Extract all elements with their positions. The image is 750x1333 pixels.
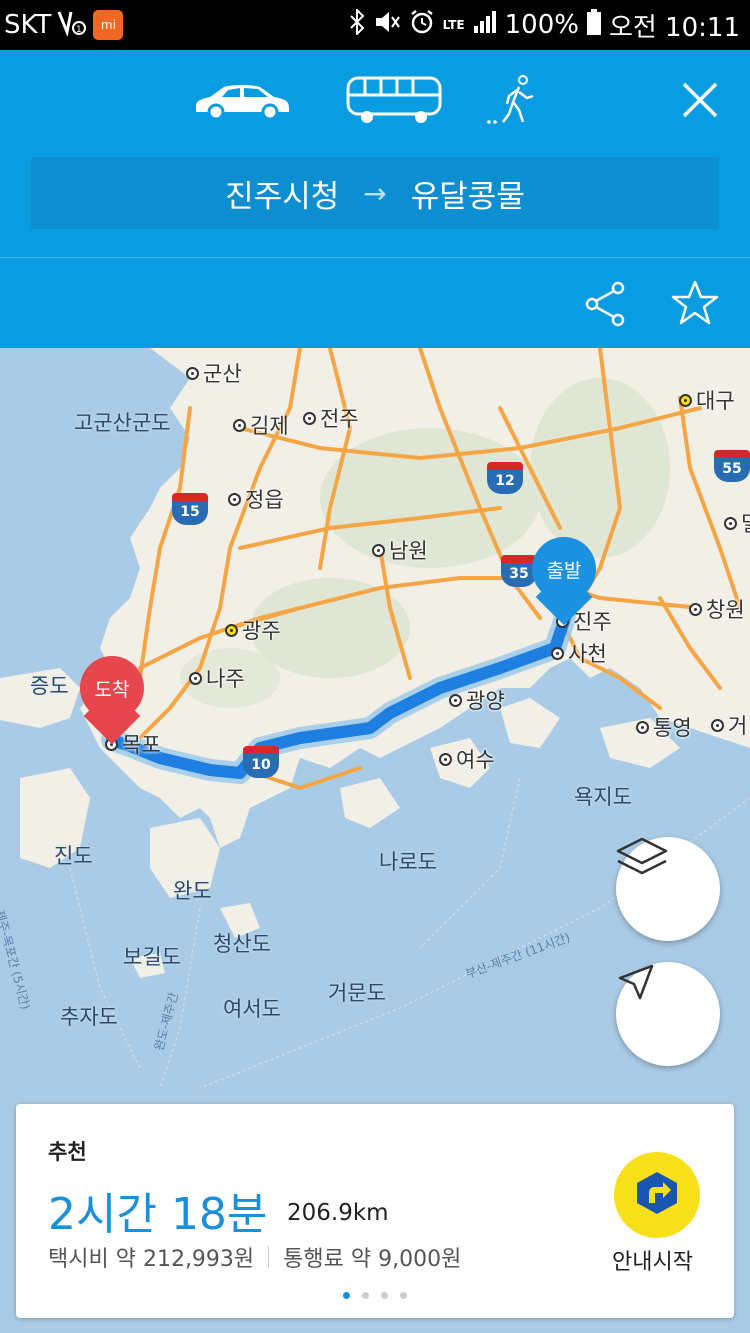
- island-label: 완도: [173, 879, 212, 903]
- clock: 오전 10:11: [608, 12, 740, 43]
- page-dot: [381, 1292, 388, 1299]
- start-navigation-button[interactable]: [614, 1152, 700, 1238]
- city-label: 밀: [724, 508, 750, 538]
- travel-distance: 206.9km: [287, 1200, 389, 1226]
- lte-icon: LTE: [443, 19, 465, 31]
- destination-label: 유달콩물: [410, 178, 525, 215]
- city-label: 창원: [689, 594, 745, 624]
- my-location-button[interactable]: [616, 962, 720, 1066]
- page-dot: [362, 1292, 369, 1299]
- highway-shield-12: 12: [487, 462, 523, 494]
- start-pin[interactable]: 출발: [532, 537, 596, 629]
- mode-walk-button[interactable]: [484, 72, 544, 132]
- city-label: 거: [711, 710, 747, 740]
- highway-number: 55: [714, 458, 750, 482]
- city-label: 통영: [636, 712, 692, 742]
- mi-app-icon: mi: [93, 10, 124, 40]
- city-label: 전주: [303, 403, 359, 433]
- city-label: 남원: [372, 535, 428, 565]
- city-label: 여수: [439, 744, 495, 774]
- island-label: 거문도: [328, 981, 386, 1005]
- end-pin-label: 도착: [80, 656, 144, 720]
- route-type-label: 추천: [48, 1140, 87, 1164]
- highway-number: 15: [172, 501, 208, 525]
- city-label: 광양: [449, 685, 505, 715]
- status-bar: SKT 1 mi LTE 100% 오전 10:11: [0, 0, 750, 50]
- bus-icon: [345, 75, 443, 129]
- island-label: 증도: [30, 674, 69, 698]
- share-button[interactable]: [584, 280, 628, 328]
- city-label: 광주: [225, 615, 281, 645]
- star-icon: [670, 280, 720, 332]
- highway-number: 10: [243, 754, 279, 778]
- island-label: 보길도: [123, 945, 181, 969]
- island-label: 나로도: [379, 850, 437, 874]
- city-label: 대구: [679, 385, 735, 415]
- battery-icon: [586, 8, 601, 42]
- carrier-label: SKT: [4, 10, 52, 40]
- lte-label: LTE: [442, 18, 465, 32]
- toll-fee: 통행료 약 9,000원: [283, 1247, 462, 1272]
- island-label: 고군산군도: [74, 411, 171, 435]
- fare-info: 택시비 약 212,993원 통행료 약 9,000원: [48, 1241, 461, 1273]
- page-indicator: [343, 1292, 407, 1299]
- island-label: 여서도: [223, 997, 281, 1021]
- battery-percent: 100%: [504, 10, 579, 40]
- city-label: 사천: [551, 638, 607, 668]
- close-icon: [678, 82, 722, 126]
- highway-shield-10: 10: [243, 746, 279, 778]
- start-pin-label: 출발: [532, 537, 596, 601]
- svg-text:1: 1: [76, 25, 82, 35]
- route-result-card[interactable]: 추천 2시간 18분 206.9km 택시비 약 212,993원 통행료 약 …: [16, 1104, 734, 1318]
- signal-hd-icon: 1: [57, 8, 87, 42]
- route-header: 진주시청 → 유달콩물: [0, 50, 750, 348]
- highway-shield-15: 15: [172, 493, 208, 525]
- highway-number: 12: [487, 470, 523, 494]
- fare-divider: [268, 1246, 270, 1268]
- header-divider: [0, 257, 750, 258]
- island-label: 청산도: [213, 932, 271, 956]
- route-arrow: →: [363, 176, 387, 210]
- island-label: 욕지도: [574, 785, 632, 809]
- navigation-turn-icon: [633, 1169, 681, 1221]
- city-label: 정읍: [228, 484, 284, 514]
- start-navigation-label: 안내시작: [612, 1250, 693, 1275]
- walk-icon: [485, 74, 543, 130]
- mode-car-button[interactable]: [190, 72, 294, 132]
- island-label: 추자도: [60, 1005, 118, 1029]
- signal-icon: [473, 10, 497, 41]
- city-label: 김제: [233, 410, 289, 440]
- close-button[interactable]: [678, 78, 722, 122]
- mode-bus-button[interactable]: [342, 72, 446, 132]
- car-icon: [192, 79, 292, 125]
- route-summary[interactable]: 진주시청 → 유달콩물: [31, 157, 719, 229]
- end-pin[interactable]: 도착: [80, 656, 144, 748]
- island-label: 진도: [54, 844, 93, 868]
- highway-shield-55: 55: [714, 450, 750, 482]
- mute-icon: [373, 9, 401, 42]
- origin-label: 진주시청: [225, 178, 340, 215]
- page-dot: [343, 1292, 350, 1299]
- city-label: 군산: [186, 358, 242, 388]
- map-layers-button[interactable]: [616, 837, 720, 941]
- alarm-icon: [409, 9, 435, 42]
- taxi-fare: 택시비 약 212,993원: [48, 1247, 255, 1272]
- city-label: 나주: [189, 663, 245, 693]
- bluetooth-icon: [349, 7, 365, 42]
- favorite-button[interactable]: [670, 278, 720, 328]
- transport-modes: [0, 72, 750, 132]
- share-icon: [584, 281, 628, 332]
- travel-duration: 2시간 18분: [48, 1189, 268, 1240]
- page-dot: [400, 1292, 407, 1299]
